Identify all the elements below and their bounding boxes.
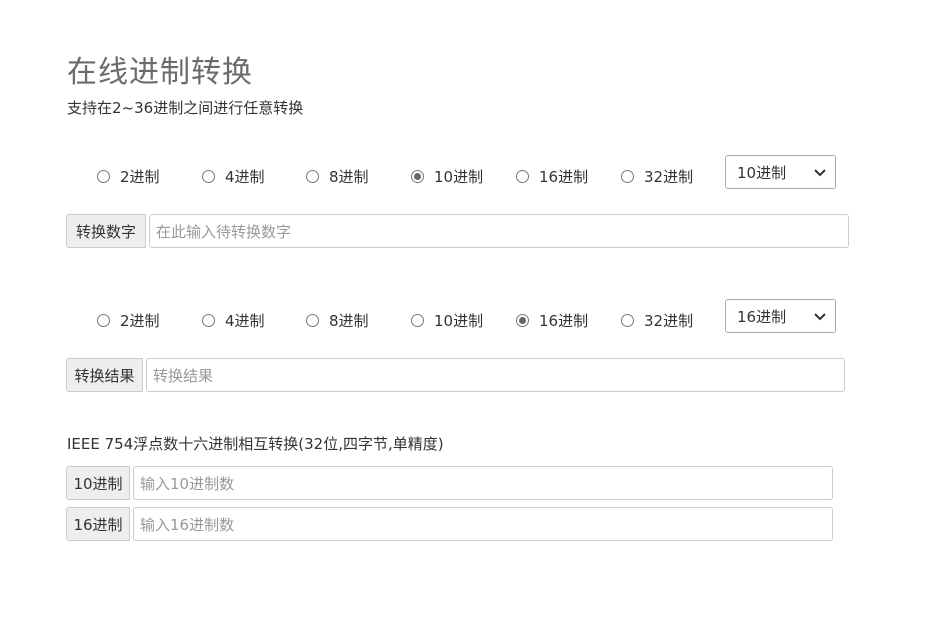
input-radix-group: 2进制 4进制 8进制 10进制 16进制 32进制 (97, 164, 707, 188)
output-result-group: 转换结果 转换结果 (66, 358, 845, 392)
input-radio-4[interactable]: 4进制 (202, 164, 265, 188)
radio-circle-icon (202, 169, 215, 183)
ieee-hex-addon: 16进制 (66, 507, 130, 541)
radio-checked-icon (411, 169, 424, 183)
radio-label: 2进制 (120, 311, 160, 330)
radio-circle-icon (97, 169, 110, 183)
input-number-group: 转换数字 在此输入待转换数字 (66, 214, 849, 248)
radio-label: 8进制 (329, 167, 369, 186)
radio-checked-icon (516, 313, 529, 327)
output-radio-32[interactable]: 32进制 (621, 308, 693, 332)
radio-circle-icon (516, 169, 529, 183)
radio-label: 8进制 (329, 311, 369, 330)
ieee-hex-field[interactable]: 输入16进制数 (133, 507, 833, 541)
select-value: 10进制 (737, 163, 787, 182)
ieee-decimal-addon: 10进制 (66, 466, 130, 500)
page-title: 在线进制转换 (67, 55, 253, 90)
radio-circle-icon (306, 313, 319, 327)
radio-label: 10进制 (434, 311, 484, 330)
input-radio-2[interactable]: 2进制 (97, 164, 160, 188)
radio-label: 2进制 (120, 167, 160, 186)
input-radix-select[interactable]: 10进制 (725, 155, 836, 189)
radio-circle-icon (97, 313, 110, 327)
select-value: 16进制 (737, 307, 787, 326)
output-radio-4[interactable]: 4进制 (202, 308, 265, 332)
output-radio-8[interactable]: 8进制 (306, 308, 369, 332)
chevron-down-icon (814, 169, 826, 177)
radio-label: 10进制 (434, 167, 484, 186)
ieee-decimal-field[interactable]: 输入10进制数 (133, 466, 833, 500)
radio-label: 32进制 (644, 167, 694, 186)
chevron-down-icon (814, 313, 826, 321)
radio-circle-icon (621, 169, 634, 183)
input-number-addon: 转换数字 (66, 214, 146, 248)
radio-circle-icon (202, 313, 215, 327)
ieee-section-title: IEEE 754浮点数十六进制相互转换(32位,四字节,单精度) (67, 435, 444, 453)
radio-label: 4进制 (225, 311, 265, 330)
page-subtitle: 支持在2~36进制之间进行任意转换 (67, 99, 304, 117)
input-radio-8[interactable]: 8进制 (306, 164, 369, 188)
input-radio-10[interactable]: 10进制 (411, 164, 483, 188)
input-number-field[interactable]: 在此输入待转换数字 (149, 214, 849, 248)
output-radio-2[interactable]: 2进制 (97, 308, 160, 332)
radio-label: 16进制 (539, 311, 589, 330)
output-result-addon: 转换结果 (66, 358, 143, 392)
output-radix-select[interactable]: 16进制 (725, 299, 836, 333)
ieee-decimal-group: 10进制 输入10进制数 (66, 466, 833, 500)
radio-circle-icon (621, 313, 634, 327)
radio-label: 4进制 (225, 167, 265, 186)
output-radio-16[interactable]: 16进制 (516, 308, 588, 332)
radio-label: 32进制 (644, 311, 694, 330)
radio-label: 16进制 (539, 167, 589, 186)
output-radix-group: 2进制 4进制 8进制 10进制 16进制 32进制 (97, 308, 707, 332)
input-radio-32[interactable]: 32进制 (621, 164, 693, 188)
input-radio-16[interactable]: 16进制 (516, 164, 588, 188)
ieee-hex-group: 16进制 输入16进制数 (66, 507, 833, 541)
radio-circle-icon (306, 169, 319, 183)
radio-circle-icon (411, 313, 424, 327)
output-result-field[interactable]: 转换结果 (146, 358, 845, 392)
output-radio-10[interactable]: 10进制 (411, 308, 483, 332)
